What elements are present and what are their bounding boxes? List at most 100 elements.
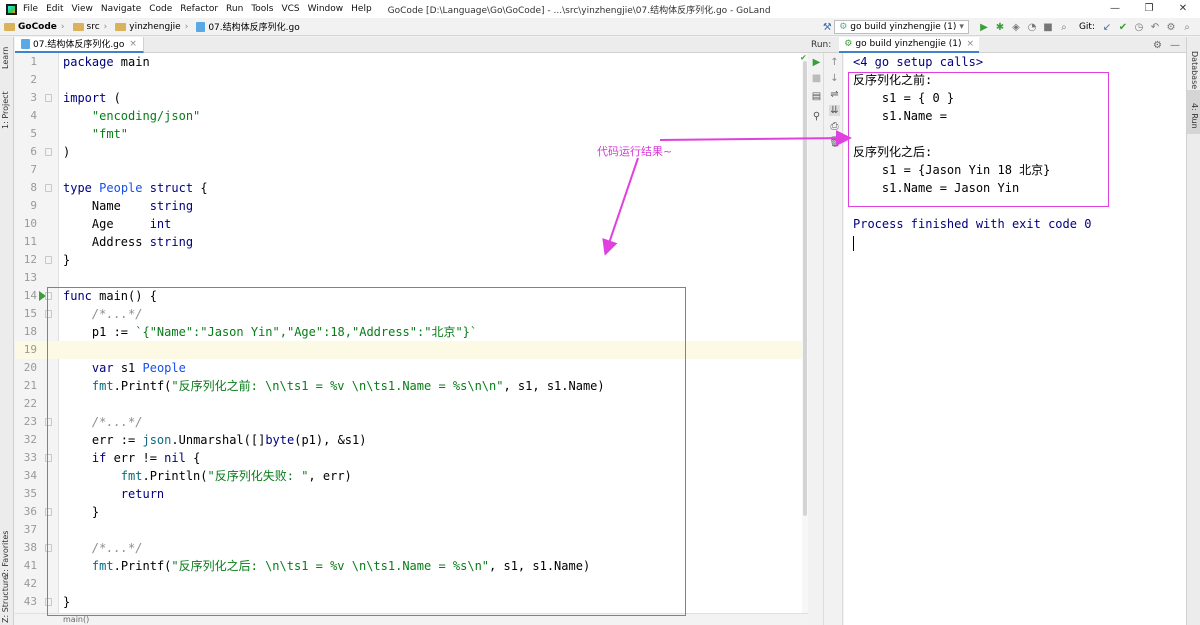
breadcrumb-label: yinzhengjie xyxy=(129,21,181,32)
close-icon[interactable]: × xyxy=(129,39,137,49)
git-commit-icon[interactable]: ✔ xyxy=(1116,22,1130,33)
rerun-icon[interactable]: ▶ xyxy=(811,57,822,68)
scroll-to-end-icon[interactable]: ⇊ xyxy=(829,105,840,116)
coverage-icon[interactable]: ◈ xyxy=(1009,22,1023,33)
database-tool-tab[interactable]: Database xyxy=(1190,51,1199,89)
menu-file[interactable]: File xyxy=(23,4,38,14)
code-line[interactable]: 10 Age int xyxy=(15,215,808,233)
arrow-up-icon[interactable]: ↑ xyxy=(829,57,840,68)
fold-marker-icon[interactable] xyxy=(45,148,52,156)
fold-marker-icon[interactable] xyxy=(45,184,52,192)
arrow-down-icon[interactable]: ↓ xyxy=(829,73,840,84)
scrollbar-thumb[interactable] xyxy=(803,61,807,516)
line-number: 10 xyxy=(23,217,37,230)
line-number: 23 xyxy=(23,415,37,428)
favorites-tool-tab[interactable]: 2: Favorites xyxy=(1,531,10,577)
menu-code[interactable]: Code xyxy=(149,4,172,14)
code-text: package main xyxy=(63,55,150,69)
run-panel-actions: ⚙ — xyxy=(1145,37,1180,53)
minimize-button[interactable]: — xyxy=(1098,0,1132,18)
code-line[interactable]: 5 "fmt" xyxy=(15,125,808,143)
menu-navigate[interactable]: Navigate xyxy=(101,4,141,14)
menu-vcs[interactable]: VCS xyxy=(281,4,299,14)
menu-edit[interactable]: Edit xyxy=(46,4,63,14)
code-line[interactable]: 4 "encoding/json" xyxy=(15,107,808,125)
line-number: 8 xyxy=(30,181,37,194)
code-line[interactable]: 6) xyxy=(15,143,808,161)
line-number: 18 xyxy=(23,325,37,338)
code-line[interactable]: 12} xyxy=(15,251,808,269)
line-number: 43 xyxy=(23,595,37,608)
hide-icon[interactable]: — xyxy=(1170,40,1180,51)
code-line[interactable]: 13 xyxy=(15,269,808,287)
menu-refactor[interactable]: Refactor xyxy=(180,4,218,14)
gear-icon[interactable]: ⚙ xyxy=(1153,40,1162,51)
code-line[interactable]: 2 xyxy=(15,71,808,89)
menu-run[interactable]: Run xyxy=(226,4,243,14)
line-number: 1 xyxy=(30,55,37,68)
run-panel-label: Run: xyxy=(811,39,832,50)
code-text: Name string xyxy=(63,199,194,213)
editor-tab-bar: 07.结构体反序列化.go × xyxy=(15,36,808,53)
run-tab[interactable]: ⚙ go build yinzhengjie (1) × xyxy=(839,36,980,53)
learn-tool-tab[interactable]: Learn xyxy=(1,47,10,69)
pin-icon[interactable]: ⚲ xyxy=(811,111,822,122)
git-update-icon[interactable]: ↙ xyxy=(1100,22,1114,33)
code-line[interactable]: 9 Name string xyxy=(15,197,808,215)
git-label: Git: xyxy=(1078,22,1095,32)
git-history-icon[interactable]: ◷ xyxy=(1132,22,1146,33)
breadcrumb-src[interactable]: src xyxy=(72,22,100,32)
run-icon[interactable]: ▶ xyxy=(977,22,991,33)
stop-icon[interactable]: ■ xyxy=(1041,22,1055,33)
line-number: 13 xyxy=(23,271,37,284)
run-configuration-select[interactable]: ⚙ go build yinzhengjie (1) ▾ xyxy=(834,20,969,34)
settings-icon[interactable]: ⚙ xyxy=(1164,22,1178,33)
menu-window[interactable]: Window xyxy=(308,4,344,14)
line-number: 37 xyxy=(23,523,37,536)
code-line[interactable]: 3 import ( xyxy=(15,89,808,107)
breadcrumb-project[interactable]: GoCode xyxy=(4,22,57,32)
menu-tools[interactable]: Tools xyxy=(251,4,273,14)
go-config-icon: ⚙ xyxy=(839,21,848,32)
fold-marker-icon[interactable] xyxy=(45,256,52,264)
code-line[interactable]: 8 type People struct { xyxy=(15,179,808,197)
maximize-button[interactable]: ❐ xyxy=(1132,0,1166,18)
chevron-right-icon: › xyxy=(60,21,65,32)
close-button[interactable]: ✕ xyxy=(1166,0,1200,18)
menu-view[interactable]: View xyxy=(72,4,93,14)
code-text: Age int xyxy=(63,217,172,231)
fold-marker-icon[interactable] xyxy=(45,94,52,102)
code-line[interactable]: 11 Address string xyxy=(15,233,808,251)
trash-icon[interactable]: 🗑 xyxy=(829,137,842,148)
line-number: 2 xyxy=(30,73,37,86)
line-number: 22 xyxy=(23,397,37,410)
search-everywhere-icon[interactable]: ⌕ xyxy=(1057,22,1071,33)
stop-icon[interactable]: ■ xyxy=(811,73,822,84)
editor-tab-file[interactable]: 07.结构体反序列化.go × xyxy=(15,36,144,53)
hammer-icon[interactable]: ⚒ xyxy=(820,22,834,33)
code-text: } xyxy=(63,253,71,267)
project-tool-tab[interactable]: 1: Project xyxy=(1,91,10,129)
code-line[interactable]: 1 package main xyxy=(15,53,808,71)
goland-window: File Edit View Navigate Code Refactor Ru… xyxy=(0,0,1200,625)
run-tool-tab[interactable]: 4: Run xyxy=(1190,103,1199,129)
structure-tool-tab[interactable]: Z: Structure xyxy=(1,575,10,623)
breadcrumb-file[interactable]: 07.结构体反序列化.go xyxy=(196,20,300,33)
line-number: 19 xyxy=(23,343,37,356)
run-tab-label: go build yinzhengjie (1) xyxy=(855,38,962,49)
layout-icon[interactable]: ▤ xyxy=(811,91,822,102)
profile-icon[interactable]: ◔ xyxy=(1025,22,1039,33)
title-bar: File Edit View Navigate Code Refactor Ru… xyxy=(0,0,1200,18)
soft-wrap-icon[interactable]: ⇌ xyxy=(829,89,840,100)
annotation-note: 代码运行结果~ xyxy=(597,145,673,158)
search-icon[interactable]: ⌕ xyxy=(1180,22,1194,33)
menu-help[interactable]: Help xyxy=(351,4,372,14)
close-icon[interactable]: × xyxy=(967,39,975,49)
breadcrumb-package[interactable]: yinzhengjie xyxy=(115,21,181,32)
print-icon[interactable]: ⎙ xyxy=(829,121,840,132)
git-rollback-icon[interactable]: ↶ xyxy=(1148,22,1162,33)
code-line[interactable]: 7 xyxy=(15,161,808,179)
line-number: 12 xyxy=(23,253,37,266)
window-controls: — ❐ ✕ xyxy=(1098,0,1200,18)
debug-icon[interactable]: ✱ xyxy=(993,22,1007,33)
